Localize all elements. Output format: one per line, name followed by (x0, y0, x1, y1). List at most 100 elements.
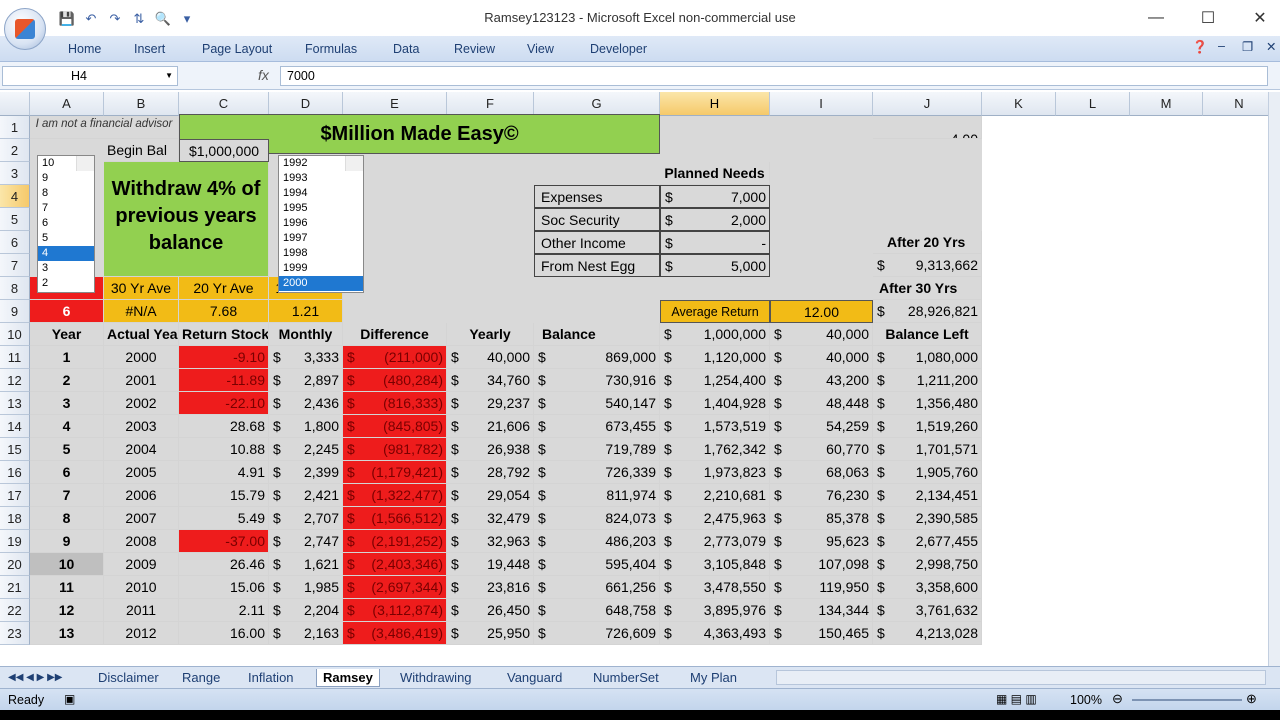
table-cell[interactable]: 6 (30, 461, 104, 484)
table-cell[interactable]: 9 (30, 530, 104, 553)
header-7[interactable]: $1,000,000 (660, 323, 770, 346)
after-20-value[interactable]: $9,313,662 (873, 254, 982, 277)
ave-30-label[interactable]: 30 Yr Ave (104, 277, 179, 300)
table-cell[interactable]: $2,399 (269, 461, 343, 484)
worksheet-grid[interactable]: ABCDEFGHIJKLMN 1 2 3 4 5 6 7 8 9 10 11 12 13 14 15 16 17… (0, 92, 1280, 666)
table-cell[interactable]: $2,204 (269, 599, 343, 622)
header-2[interactable]: Return Stock (179, 323, 269, 346)
table-cell[interactable]: 1 (30, 346, 104, 369)
row-header-19[interactable]: 19 (0, 530, 30, 553)
help-icon[interactable]: ❓ (1192, 40, 1208, 55)
row-header-4[interactable]: 4 (0, 185, 30, 208)
disclaimer-text[interactable]: I am not a financial advisor (30, 116, 179, 139)
table-cell[interactable]: $1,120,000 (660, 346, 770, 369)
print-preview-icon[interactable]: 🔍 (152, 9, 174, 29)
table-cell[interactable]: $1,621 (269, 553, 343, 576)
table-cell[interactable]: $29,237 (447, 392, 534, 415)
cell-bg[interactable] (770, 185, 873, 208)
table-cell[interactable]: $85,378 (770, 507, 873, 530)
need-value-2[interactable]: $ - (660, 231, 770, 254)
table-cell[interactable]: $595,404 (534, 553, 660, 576)
cell-bg[interactable] (447, 208, 534, 231)
table-cell[interactable]: $29,054 (447, 484, 534, 507)
sheet-tab-disclaimer[interactable]: Disclaimer (92, 669, 165, 687)
table-cell[interactable]: 5 (30, 438, 104, 461)
need-value-3[interactable]: $5,000 (660, 254, 770, 277)
tab-page-layout[interactable]: Page Layout (202, 42, 272, 56)
table-cell[interactable]: 2006 (104, 484, 179, 507)
select-all-corner[interactable] (0, 92, 30, 116)
table-cell[interactable]: $ (1,179,421) (343, 461, 447, 484)
maximize-icon[interactable]: ☐ (1186, 6, 1230, 30)
table-cell[interactable]: $2,677,455 (873, 530, 982, 553)
cell-bg[interactable] (660, 277, 770, 300)
save-icon[interactable]: 💾 (56, 9, 78, 29)
table-cell[interactable]: 2001 (104, 369, 179, 392)
table-cell[interactable]: $4,363,493 (660, 622, 770, 645)
sheet-tab-ramsey[interactable]: Ramsey (316, 669, 380, 687)
row-header-9[interactable]: 9 (0, 300, 30, 323)
table-cell[interactable]: $26,450 (447, 599, 534, 622)
close-icon[interactable]: ✕ (1238, 6, 1280, 30)
need-label-1[interactable]: Soc Security (534, 208, 660, 231)
table-cell[interactable]: $824,073 (534, 507, 660, 530)
tab-home[interactable]: Home (68, 42, 101, 56)
column-header-k[interactable]: K (982, 92, 1056, 116)
column-header-m[interactable]: M (1130, 92, 1203, 116)
table-cell[interactable]: 4 (30, 415, 104, 438)
row-header-7[interactable]: 7 (0, 254, 30, 277)
table-cell[interactable]: $869,000 (534, 346, 660, 369)
table-cell[interactable]: $119,950 (770, 576, 873, 599)
table-cell[interactable]: 26.46 (179, 553, 269, 576)
table-cell[interactable]: $ (480,284) (343, 369, 447, 392)
row-header-5[interactable]: 5 (0, 208, 30, 231)
table-cell[interactable]: 2011 (104, 599, 179, 622)
planned-needs-label[interactable]: Planned Needs (660, 162, 770, 185)
cell-bg[interactable] (873, 139, 982, 162)
table-cell[interactable]: $1,519,260 (873, 415, 982, 438)
start-year-listbox[interactable]: 1992 1993 1994 1995 1996 1997 1998 1999 2000 (278, 155, 364, 293)
row-header-10[interactable]: 10 (0, 323, 30, 346)
header-3[interactable]: Monthly (269, 323, 343, 346)
table-cell[interactable]: -37.00 (179, 530, 269, 553)
list-item[interactable]: 9 (38, 171, 94, 186)
cell-bg[interactable] (534, 277, 660, 300)
table-cell[interactable]: $34,760 (447, 369, 534, 392)
sheet-tab-my-plan[interactable]: My Plan (684, 669, 743, 687)
row-header-6[interactable]: 6 (0, 231, 30, 254)
table-cell[interactable]: $1,973,823 (660, 461, 770, 484)
table-cell[interactable]: $2,436 (269, 392, 343, 415)
need-label-2[interactable]: Other Income (534, 231, 660, 254)
table-cell[interactable]: $811,974 (534, 484, 660, 507)
tab-formulas[interactable]: Formulas (305, 42, 357, 56)
customize-qat-icon[interactable]: ▾ (176, 9, 198, 29)
horizontal-scrollbar[interactable] (776, 670, 1266, 685)
table-cell[interactable]: $1,905,760 (873, 461, 982, 484)
cell-bg[interactable] (447, 231, 534, 254)
column-header-e[interactable]: E (343, 92, 447, 116)
need-label-3[interactable]: From Nest Egg (534, 254, 660, 277)
row-header-2[interactable]: 2 (0, 139, 30, 162)
formula-input[interactable]: 7000 (280, 66, 1268, 86)
cell-bg[interactable] (873, 185, 982, 208)
view-buttons-icon[interactable]: ▦ ▤ ▥ (996, 692, 1037, 706)
list-item[interactable]: 1995 (279, 201, 363, 216)
table-cell[interactable]: $2,998,750 (873, 553, 982, 576)
table-cell[interactable]: $730,916 (534, 369, 660, 392)
cell-bg[interactable] (873, 208, 982, 231)
table-cell[interactable]: $1,573,519 (660, 415, 770, 438)
cell-bg[interactable] (660, 139, 770, 162)
chevron-down-icon[interactable]: ▼ (165, 71, 173, 80)
header-1[interactable]: Actual Year (104, 323, 179, 346)
table-cell[interactable]: $1,800 (269, 415, 343, 438)
row-header-18[interactable]: 18 (0, 507, 30, 530)
list-item[interactable]: 2 (38, 276, 94, 291)
table-cell[interactable]: $1,254,400 (660, 369, 770, 392)
row-header-12[interactable]: 12 (0, 369, 30, 392)
tab-view[interactable]: View (527, 42, 554, 56)
row-header-1[interactable]: 1 (0, 116, 30, 139)
sheet-tab-range[interactable]: Range (176, 669, 226, 687)
after-30-value[interactable]: $28,926,821 (873, 300, 982, 323)
cell-bg[interactable] (770, 231, 873, 254)
table-cell[interactable]: 4.91 (179, 461, 269, 484)
